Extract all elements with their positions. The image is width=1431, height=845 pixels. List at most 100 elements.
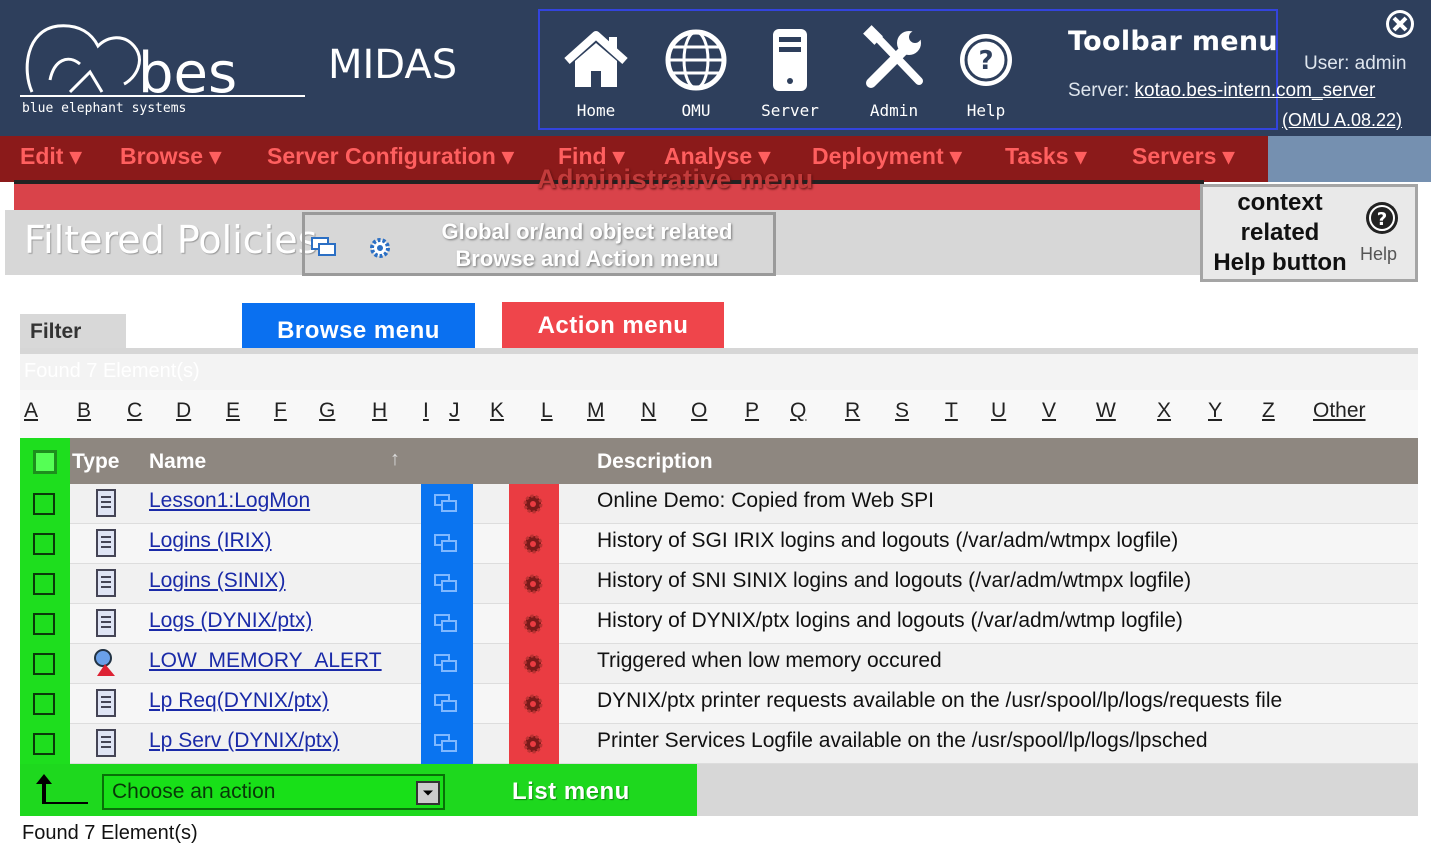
row-action-gear-icon[interactable] xyxy=(522,533,544,555)
alpha-filter-k[interactable]: K xyxy=(490,399,504,423)
alpha-filter-x[interactable]: X xyxy=(1157,399,1171,423)
toolbar-help-button[interactable]: ? Help xyxy=(946,25,1026,120)
toolbar-server-button[interactable]: Server xyxy=(750,25,830,120)
alpha-filter-m[interactable]: M xyxy=(587,399,605,423)
found-count-top: Found 7 Element(s) xyxy=(20,354,1418,390)
alpha-filter-o[interactable]: O xyxy=(691,399,707,423)
alpha-filter-p[interactable]: P xyxy=(745,399,759,423)
row-browse-icon[interactable] xyxy=(434,654,458,674)
column-header-name[interactable]: Name xyxy=(149,450,206,474)
action-menu-annotation: Action menu xyxy=(502,302,724,350)
alpha-filter-g[interactable]: G xyxy=(319,399,335,423)
row-checkbox[interactable] xyxy=(33,533,55,555)
action-select[interactable]: Choose an action xyxy=(102,774,445,810)
alpha-filter-y[interactable]: Y xyxy=(1208,399,1222,423)
app-name: MIDAS xyxy=(328,42,458,88)
menu-browse[interactable]: Browse ▾ xyxy=(120,143,221,170)
row-action-gear-icon[interactable] xyxy=(522,693,544,715)
sort-up-icon[interactable]: ↑ xyxy=(390,448,400,471)
toolbar-home-button[interactable]: Home xyxy=(556,25,636,120)
policy-description: History of SGI IRIX logins and logouts (… xyxy=(597,529,1179,552)
global-action-gear-icon[interactable] xyxy=(369,237,391,259)
policy-description: History of SNI SINIX logins and logouts … xyxy=(597,569,1192,592)
menu-servers[interactable]: Servers ▾ xyxy=(1132,143,1234,170)
bes-logo[interactable]: bes blue elephant systems xyxy=(20,20,310,120)
row-browse-icon[interactable] xyxy=(434,494,458,514)
alpha-filter-f[interactable]: F xyxy=(274,399,287,423)
select-all-checkbox[interactable] xyxy=(33,450,57,474)
row-action-gear-icon[interactable] xyxy=(522,733,544,755)
row-action-gear-icon[interactable] xyxy=(522,493,544,515)
row-checkbox[interactable] xyxy=(33,493,55,515)
global-browse-icon[interactable] xyxy=(311,237,337,257)
filter-tab[interactable]: Filter xyxy=(20,314,126,350)
row-browse-icon[interactable] xyxy=(434,574,458,594)
alpha-filter-n[interactable]: N xyxy=(641,399,656,423)
menu-deployment[interactable]: Deployment ▾ xyxy=(812,143,962,170)
global-annotation-line1: Global or/and object related xyxy=(441,219,733,244)
policy-name-link[interactable]: Lp Req(DYNIX/ptx) xyxy=(149,689,329,713)
policy-name-link[interactable]: Lesson1:LogMon xyxy=(149,489,310,513)
alpha-filter-t[interactable]: T xyxy=(945,399,958,423)
alpha-filter-v[interactable]: V xyxy=(1042,399,1056,423)
context-help-label[interactable]: Help xyxy=(1360,244,1397,265)
row-checkbox[interactable] xyxy=(33,613,55,635)
alpha-filter-a[interactable]: A xyxy=(24,399,38,423)
row-action-gear-icon[interactable] xyxy=(522,573,544,595)
home-icon xyxy=(564,31,628,87)
policy-name-link[interactable]: Logins (IRIX) xyxy=(149,529,272,553)
alpha-filter-j[interactable]: J xyxy=(449,399,460,423)
row-action-gear-icon[interactable] xyxy=(522,613,544,635)
alpha-filter-z[interactable]: Z xyxy=(1262,399,1275,423)
column-header-type[interactable]: Type xyxy=(72,450,119,474)
alpha-filter-b[interactable]: B xyxy=(77,399,91,423)
alpha-filter-u[interactable]: U xyxy=(991,399,1006,423)
help-annotation-line3: Help button xyxy=(1213,249,1347,276)
policy-name-link[interactable]: Logins (SINIX) xyxy=(149,569,286,593)
alpha-filter-l[interactable]: L xyxy=(541,399,553,423)
menu-tasks[interactable]: Tasks ▾ xyxy=(1005,143,1086,170)
server-prefix: Server: xyxy=(1068,80,1135,101)
row-browse-icon[interactable] xyxy=(434,694,458,714)
policy-name-link[interactable]: LOW_MEMORY_ALERT xyxy=(149,649,382,673)
alpha-filter-r[interactable]: R xyxy=(845,399,860,423)
policy-name-link[interactable]: Lp Serv (DYNIX/ptx) xyxy=(149,729,339,753)
row-action-gear-icon[interactable] xyxy=(522,653,544,675)
alpha-filter-d[interactable]: D xyxy=(176,399,191,423)
toolbar-admin-button[interactable]: Admin xyxy=(854,25,934,120)
alpha-filter-w[interactable]: W xyxy=(1096,399,1116,423)
column-header-description: Description xyxy=(597,450,713,473)
close-icon[interactable] xyxy=(1384,8,1416,40)
policy-description: History of DYNIX/ptx logins and logouts … xyxy=(597,609,1183,632)
document-icon xyxy=(96,609,116,637)
alpha-filter-other[interactable]: Other xyxy=(1313,399,1366,423)
row-checkbox[interactable] xyxy=(33,693,55,715)
row-browse-icon[interactable] xyxy=(434,534,458,554)
policy-name-link[interactable]: Logs (DYNIX/ptx) xyxy=(149,609,312,633)
alpha-filter-s[interactable]: S xyxy=(895,399,909,423)
server-link[interactable]: kotao.bes-intern.com_server xyxy=(1135,80,1376,101)
chevron-down-icon[interactable] xyxy=(416,781,440,805)
menu-server-configuration[interactable]: Server Configuration ▾ xyxy=(267,143,514,170)
found-count-bottom: Found 7 Element(s) xyxy=(22,822,198,844)
toolbar-omu-button[interactable]: OMU xyxy=(656,25,736,120)
row-checkbox[interactable] xyxy=(33,573,55,595)
alpha-filter-h[interactable]: H xyxy=(372,399,387,423)
alpha-filter-q[interactable]: Q xyxy=(790,399,806,423)
tools-icon xyxy=(863,25,923,88)
row-checkbox[interactable] xyxy=(33,653,55,675)
context-help-icon[interactable]: ? xyxy=(1364,200,1400,236)
row-checkbox[interactable] xyxy=(33,733,55,755)
toolbar-menu-annotation: Toolbar menu xyxy=(1068,26,1278,57)
alpha-filter-i[interactable]: I xyxy=(423,399,429,423)
toolbar-label-server: Server xyxy=(761,101,819,120)
menu-edit[interactable]: Edit ▾ xyxy=(20,143,81,170)
omu-version-link[interactable]: (OMU A.08.22) xyxy=(1282,110,1402,131)
list-menu-annotation: List menu xyxy=(512,778,630,805)
alpha-filter-e[interactable]: E xyxy=(226,399,240,423)
alpha-filter-c[interactable]: C xyxy=(127,399,142,423)
global-annotation-line2: Browse and Action menu xyxy=(455,246,719,271)
row-browse-icon[interactable] xyxy=(434,734,458,754)
toolbar-label-help: Help xyxy=(966,101,1006,120)
row-browse-icon[interactable] xyxy=(434,614,458,634)
